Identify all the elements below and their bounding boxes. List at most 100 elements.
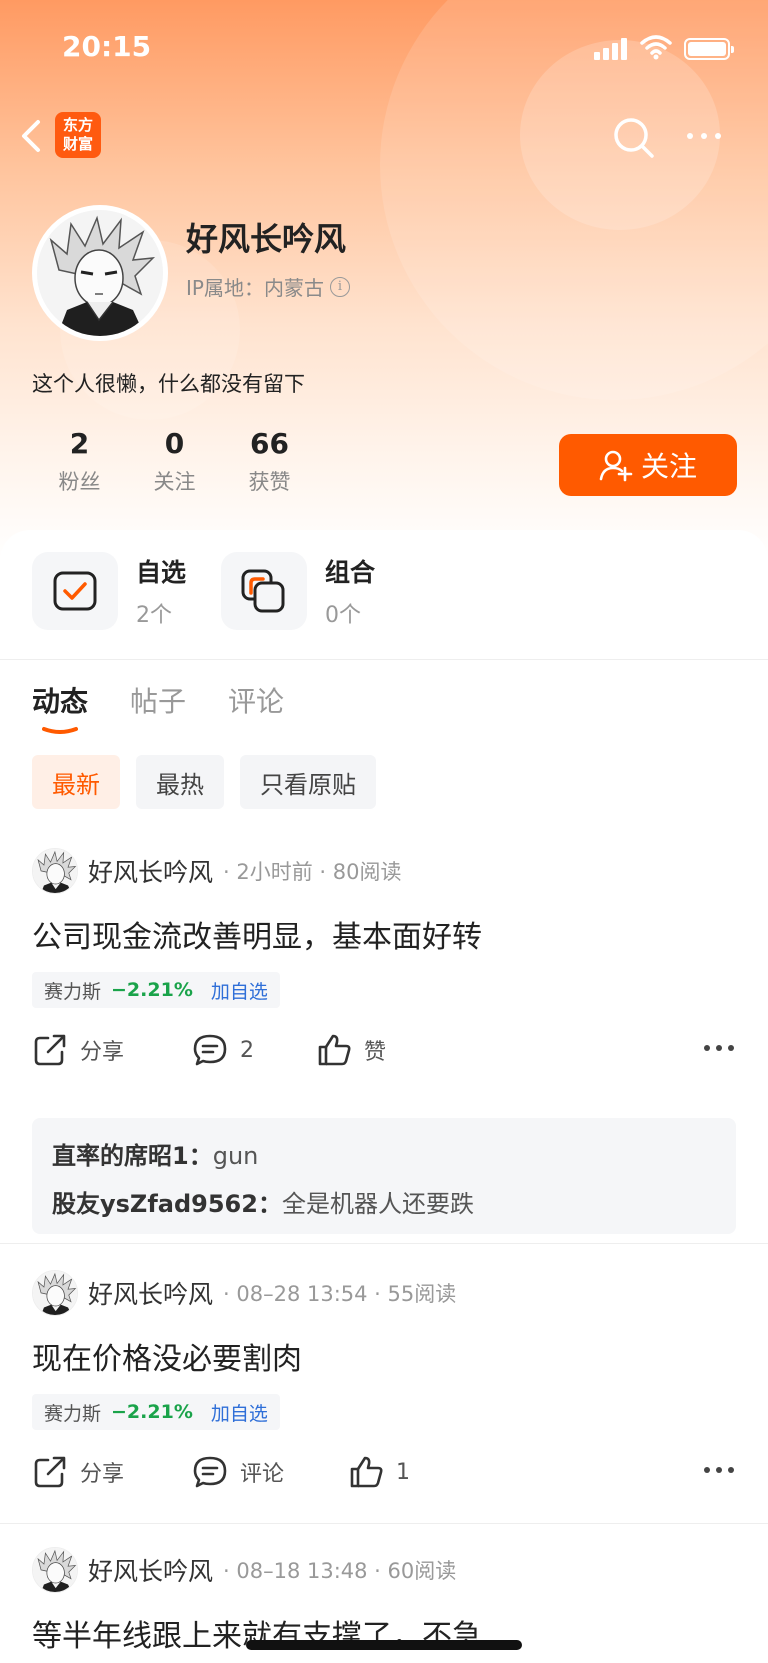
stock-name: 赛力斯 [44, 1402, 102, 1425]
status-time: 20:15 [62, 30, 152, 63]
tab-label: 帖子 [130, 685, 187, 718]
avatar[interactable] [32, 1270, 78, 1316]
filter-chips: 最新 最热 只看原贴 [32, 755, 392, 809]
ip-location-text: IP属地：内蒙古 [186, 276, 324, 300]
comment-icon [193, 1456, 227, 1488]
info-icon[interactable]: i [329, 276, 350, 297]
filter-original-only[interactable]: 只看原贴 [240, 755, 376, 809]
post-author[interactable]: 好风长吟风 [88, 1275, 213, 1311]
logo-line-1: 东方 [62, 116, 93, 134]
filter-latest[interactable]: 最新 [32, 755, 120, 809]
post-author[interactable]: 好风长吟风 [88, 853, 213, 889]
comment-icon [193, 1034, 227, 1066]
shortcut-watchlist[interactable]: 自选 2个 [32, 552, 186, 630]
shortcut-title: 自选 [136, 558, 187, 587]
like-button[interactable]: 赞 [316, 1028, 386, 1072]
tab-label: 动态 [32, 685, 89, 718]
comment-preview[interactable]: 直率的席昭1：gun 股友ysZfad9562：全是机器人还要跌 [32, 1118, 736, 1234]
tab-comments[interactable]: 评论 [228, 680, 284, 720]
status-bar: 20:15 [0, 0, 768, 96]
more-options-icon[interactable] [684, 124, 724, 148]
post-meta: · 2小时前 · 80阅读 [223, 860, 402, 884]
comment-item: 股友ysZfad9562：全是机器人还要跌 [52, 1190, 474, 1218]
comment-text: gun [212, 1142, 259, 1170]
stock-tag[interactable]: 赛力斯 −2.21% 加自选 [32, 972, 280, 1008]
stat-label: 关注 [153, 470, 196, 494]
avatar[interactable] [32, 848, 78, 894]
share-label: 分享 [80, 1040, 125, 1065]
comment-count: 2 [240, 1037, 254, 1063]
shortcut-count: 0个 [325, 603, 361, 628]
stock-change: −2.21% [111, 979, 193, 1001]
tab-bar: 动态 帖子 评论 [32, 680, 326, 734]
follow-button[interactable]: 关注 [559, 434, 737, 496]
stat-likes: 66 获赞 [222, 426, 317, 496]
divider [0, 1523, 768, 1524]
shortcut-portfolio[interactable]: 组合 0个 [221, 552, 375, 630]
more-icon[interactable] [702, 1038, 736, 1058]
anime-avatar-image [37, 210, 163, 336]
share-button[interactable]: 分享 [32, 1450, 124, 1494]
post-meta: · 08–18 13:48 · 60阅读 [223, 1559, 457, 1583]
comment-item: 直率的席昭1：gun [52, 1142, 259, 1170]
shortcut-title: 组合 [325, 558, 376, 587]
add-to-watchlist-link[interactable]: 加自选 [211, 1399, 268, 1426]
share-label: 分享 [80, 1462, 125, 1487]
post-title[interactable]: 现在价格没必要割肉 [32, 1334, 302, 1378]
post-actions: 分享 评论 1 [32, 1450, 736, 1494]
divider [0, 659, 768, 660]
stat-following[interactable]: 0 关注 [127, 426, 222, 496]
wifi-icon [640, 35, 672, 60]
divider [0, 1243, 768, 1244]
comment-text: 全是机器人还要跌 [281, 1190, 474, 1218]
post-title[interactable]: 公司现金流改善明显，基本面好转 [32, 912, 482, 956]
home-indicator[interactable] [246, 1640, 522, 1650]
comment-label: 评论 [240, 1462, 285, 1487]
shortcut-count: 2个 [136, 603, 172, 628]
commenter-name[interactable]: 直率的席昭1 [52, 1142, 189, 1170]
stat-label: 粉丝 [58, 470, 101, 494]
stat-value: 0 [164, 427, 185, 460]
profile-screen: { "status_bar": {"time": "20:15"}, "nav"… [0, 0, 768, 1663]
checklist-icon [32, 552, 118, 630]
tab-activity[interactable]: 动态 [32, 680, 89, 734]
stat-value: 66 [250, 427, 289, 460]
back-arrow-icon[interactable] [16, 116, 46, 156]
search-icon[interactable] [612, 116, 656, 160]
ip-location: IP属地：内蒙古 i [186, 272, 350, 301]
add-to-watchlist-link[interactable]: 加自选 [211, 977, 268, 1004]
thumbs-up-icon [318, 1034, 351, 1066]
app-logo[interactable]: 东方 财富 [55, 112, 101, 158]
like-button[interactable]: 1 [348, 1450, 410, 1494]
post-item[interactable]: 好风长吟风 · 08–28 13:54 · 55阅读 现在价格没必要割肉 赛力斯… [0, 1270, 768, 1510]
stock-tag[interactable]: 赛力斯 −2.21% 加自选 [32, 1394, 280, 1430]
avatar[interactable] [32, 205, 168, 341]
commenter-name[interactable]: 股友ysZfad9562 [52, 1190, 258, 1218]
more-icon[interactable] [702, 1460, 736, 1480]
stat-value: 2 [69, 427, 90, 460]
battery-icon [684, 38, 734, 60]
content-card: 自选 2个 组合 0个 动态 帖子 评论 最新 最热 只看原贴 好风长吟风 · … [0, 530, 768, 1663]
like-count: 1 [396, 1459, 410, 1485]
follow-button-label: 关注 [640, 450, 697, 483]
share-icon [34, 1034, 66, 1066]
filter-hot[interactable]: 最热 [136, 755, 224, 809]
stat-label: 获赞 [248, 470, 291, 494]
cellular-signal-icon [594, 38, 628, 60]
comment-button[interactable]: 评论 [192, 1450, 284, 1494]
avatar[interactable] [32, 1547, 78, 1593]
share-icon [34, 1456, 66, 1488]
stat-followers[interactable]: 2 粉丝 [32, 426, 127, 496]
post-meta: · 08–28 13:54 · 55阅读 [223, 1282, 457, 1306]
portfolio-icon [221, 552, 307, 630]
logo-line-2: 财富 [62, 135, 93, 153]
post-author[interactable]: 好风长吟风 [88, 1552, 213, 1588]
tab-posts[interactable]: 帖子 [130, 680, 186, 720]
post-item[interactable]: 好风长吟风 · 2小时前 · 80阅读 公司现金流改善明显，基本面好转 赛力斯 … [0, 848, 768, 1278]
thumbs-up-icon [350, 1456, 383, 1488]
share-button[interactable]: 分享 [32, 1028, 124, 1072]
comment-button[interactable]: 2 [192, 1028, 254, 1072]
active-tab-indicator [42, 727, 78, 734]
post-actions: 分享 2 赞 [32, 1028, 736, 1072]
profile-stats: 2 粉丝 0 关注 66 获赞 [32, 426, 317, 496]
